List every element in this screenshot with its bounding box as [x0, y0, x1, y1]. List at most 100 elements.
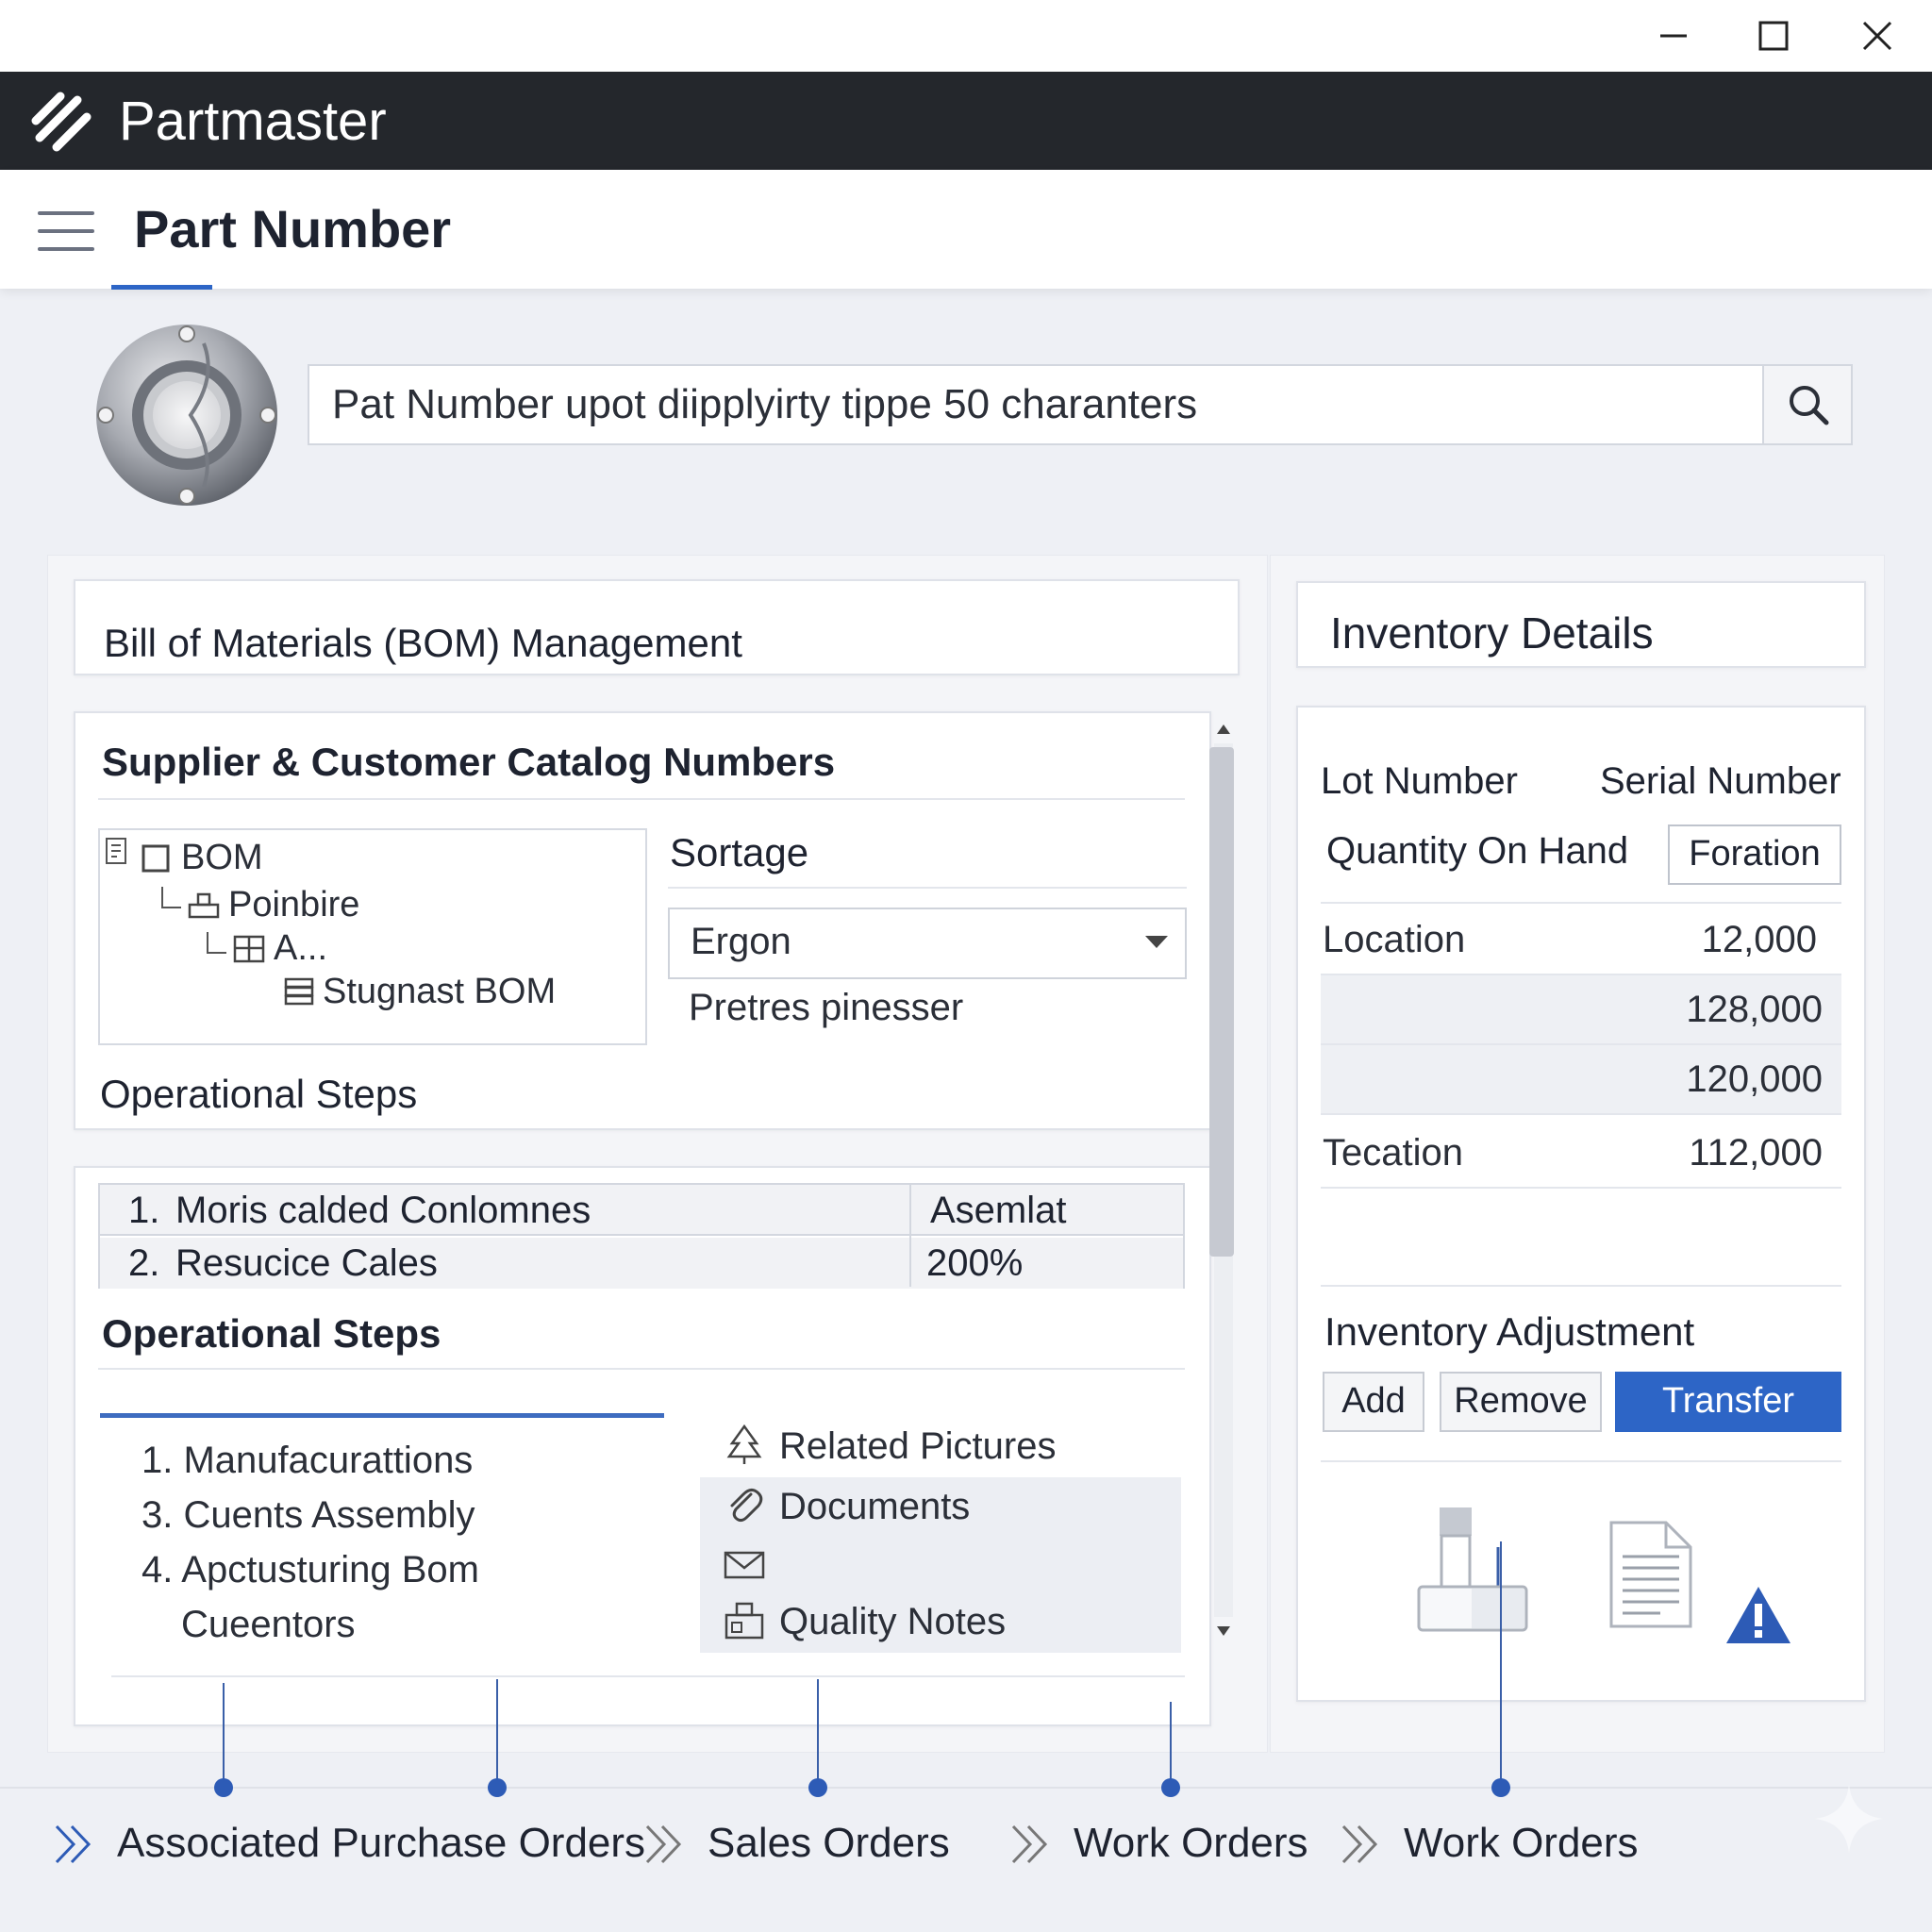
tree-node-assembly[interactable]: A...	[232, 928, 327, 969]
connector-line	[1500, 1541, 1502, 1787]
tree-toolbar-icon[interactable]	[104, 836, 130, 868]
component-icon	[188, 892, 220, 919]
minimize-icon[interactable]	[1643, 6, 1704, 66]
sparkle-icon	[1815, 1785, 1883, 1853]
inventory-title: Inventory Details	[1330, 608, 1654, 658]
column-separator	[909, 1185, 911, 1287]
connector-dot	[808, 1778, 827, 1797]
bottom-nav-divider	[0, 1787, 1932, 1789]
steps-tab-indicator	[100, 1413, 664, 1418]
app-header: Partmaster	[0, 72, 1932, 170]
connector-line	[496, 1679, 498, 1787]
tree-node-bom[interactable]: BOM	[142, 838, 263, 878]
scroll-up-icon[interactable]	[1214, 723, 1233, 736]
step-item[interactable]: 4. Apctusturing Bom	[142, 1549, 479, 1591]
documents-link[interactable]: Documents	[723, 1483, 970, 1528]
sortage-dropdown[interactable]: Ergon	[668, 908, 1187, 979]
divider	[98, 798, 1185, 800]
connector-line	[223, 1683, 225, 1787]
inventory-row[interactable]: Location 12,000	[1321, 906, 1841, 975]
checkbox-icon	[142, 844, 170, 873]
hamburger-menu-icon[interactable]	[38, 211, 94, 251]
divider	[111, 1675, 1185, 1677]
scroll-thumb[interactable]	[1209, 747, 1234, 1257]
page-header: Part Number	[0, 170, 1932, 290]
operational-steps-title: Operational Steps	[102, 1311, 441, 1356]
connector-dot	[1491, 1778, 1510, 1797]
work-orders-link-2[interactable]: Work Orders	[1338, 1815, 1639, 1872]
foration-button[interactable]: Foration	[1668, 824, 1841, 885]
serial-number-label: Serial Number	[1600, 760, 1841, 802]
connector-dot	[488, 1778, 507, 1797]
connector-dot	[214, 1778, 233, 1797]
lot-number-label: Lot Number	[1321, 760, 1518, 802]
connector-dot	[1161, 1778, 1180, 1797]
search-input[interactable]	[309, 366, 1766, 443]
divider	[1321, 1285, 1841, 1287]
divider	[98, 1368, 1185, 1370]
stack-icon	[284, 977, 314, 1006]
supplier-catalog-title: Supplier & Customer Catalog Numbers	[102, 740, 836, 784]
maximize-icon[interactable]	[1743, 6, 1804, 66]
connector-line	[817, 1679, 819, 1787]
page-title: Part Number	[134, 199, 452, 258]
related-pictures-link[interactable]: Related Pictures	[723, 1423, 1056, 1468]
associated-purchase-orders-link[interactable]: Associated Purchase Orders	[51, 1815, 645, 1872]
sales-orders-link[interactable]: Sales Orders	[641, 1815, 950, 1872]
bom-header-card: Bill of Materials (BOM) Management	[74, 579, 1240, 675]
table-row[interactable]: 1. Moris calded Conlomnes Asemlat	[100, 1185, 1183, 1236]
bom-title: Bill of Materials (BOM) Management	[104, 621, 742, 665]
window-titlebar	[0, 0, 1932, 72]
operational-steps-label: Operational Steps	[100, 1072, 418, 1116]
tree-branch-icon	[161, 887, 181, 908]
divider	[668, 887, 1187, 889]
inventory-adjustment-title: Inventory Adjustment	[1324, 1309, 1695, 1354]
close-icon[interactable]	[1847, 6, 1907, 66]
messages-link[interactable]	[723, 1543, 779, 1589]
inventory-header-card: Inventory Details	[1296, 581, 1866, 668]
work-orders-link[interactable]: Work Orders	[1008, 1815, 1308, 1872]
envelope-icon	[724, 1551, 765, 1579]
step-item[interactable]: 1. Manufacurattions	[142, 1440, 473, 1482]
dropdown-helper-text: Pretres pinesser	[689, 987, 964, 1028]
add-button[interactable]: Add	[1323, 1372, 1424, 1432]
paperclip-icon	[730, 1488, 763, 1523]
bom-tree: BOM Poinbire A... Stugnast BOM	[98, 828, 647, 1045]
bom-scrollbar[interactable]	[1209, 715, 1238, 1645]
quantity-on-hand-label: Quantity On Hand	[1326, 830, 1629, 872]
chevron-down-icon	[1145, 936, 1168, 948]
tree-node-poinbire[interactable]: Poinbire	[187, 885, 359, 925]
part-image	[92, 321, 281, 509]
scroll-down-icon[interactable]	[1214, 1624, 1233, 1638]
connector-line	[1170, 1702, 1172, 1787]
step-item[interactable]: Cueentors	[181, 1604, 356, 1646]
double-chevron-right-icon	[55, 1824, 92, 1864]
inventory-row[interactable]: 120,000	[1321, 1045, 1841, 1115]
notes-icon	[724, 1602, 764, 1640]
divider	[1321, 1460, 1841, 1462]
inventory-row[interactable]: Tecation 112,000	[1321, 1119, 1841, 1189]
double-chevron-right-icon	[645, 1824, 682, 1864]
part-number-search	[308, 364, 1853, 445]
dropdown-value: Ergon	[691, 921, 791, 962]
warehouse-scanner-icon	[1417, 1507, 1528, 1632]
transfer-button[interactable]: Transfer	[1615, 1372, 1841, 1432]
page-title-underline	[111, 285, 212, 290]
double-chevron-right-icon	[1341, 1824, 1378, 1864]
search-icon	[1790, 386, 1829, 425]
divider	[1321, 902, 1841, 904]
tree-icon	[726, 1424, 762, 1464]
inventory-row[interactable]: 128,000	[1321, 975, 1841, 1045]
quality-notes-link[interactable]: Quality Notes	[723, 1598, 1006, 1643]
remove-button[interactable]: Remove	[1440, 1372, 1602, 1432]
warning-icon	[1726, 1587, 1790, 1643]
tree-branch-icon	[207, 932, 226, 954]
table-row[interactable]: 2. Resucice Cales 200%	[100, 1238, 1183, 1289]
tree-node-stugnast-bom[interactable]: Stugnast BOM	[283, 972, 556, 1012]
sortage-label: Sortage	[670, 830, 809, 874]
document-icon	[1609, 1521, 1692, 1628]
double-chevron-right-icon	[1011, 1824, 1048, 1864]
search-button[interactable]	[1762, 366, 1851, 443]
partmaster-logo-icon	[28, 89, 94, 155]
step-item[interactable]: 3. Cuents Assembly	[142, 1494, 475, 1537]
